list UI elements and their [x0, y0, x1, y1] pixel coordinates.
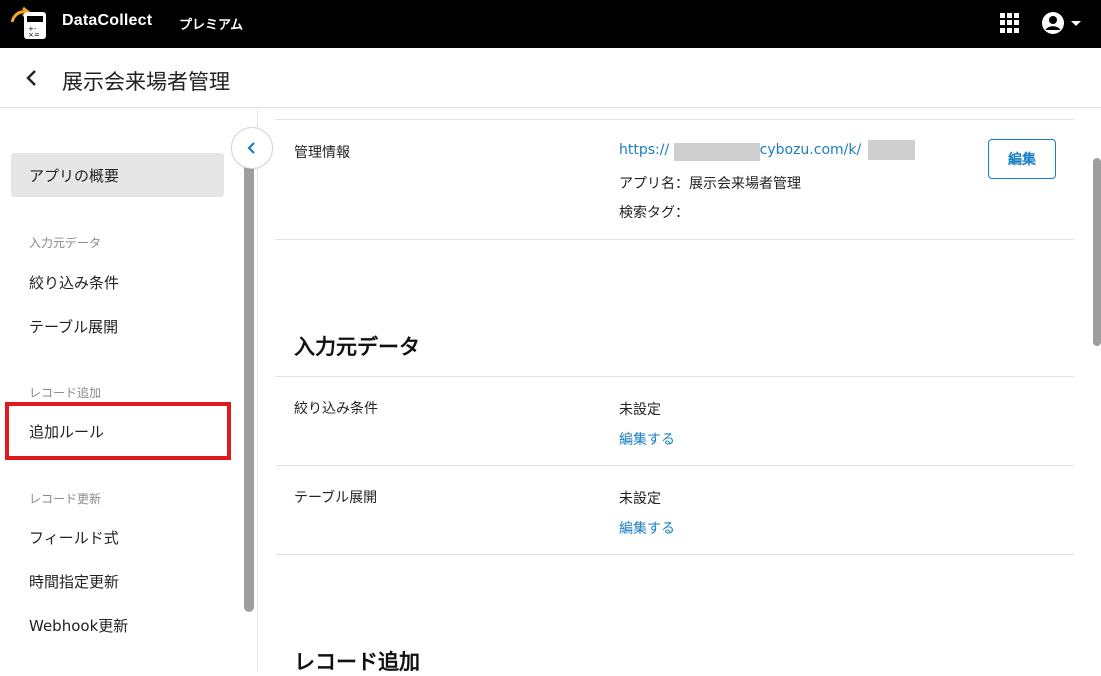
table-expand-edit-link[interactable]: 編集する	[619, 518, 675, 538]
section-title-record-add: レコード追加	[294, 650, 420, 674]
app-name-text: アプリ名：展示会来場者管理	[619, 176, 801, 192]
search-tag-text: 検索タグ：	[619, 205, 689, 221]
filter-conditions-edit-link[interactable]: 編集する	[619, 429, 675, 449]
table-expand-value: 未設定	[619, 491, 661, 507]
page-header: 展示会来場者管理	[0, 48, 1101, 108]
sidebar-item-scheduled-update[interactable]: 時間指定更新	[11, 559, 224, 603]
chevron-left-icon	[247, 142, 255, 154]
sidebar-item-filter-conditions[interactable]: 絞り込み条件	[11, 260, 224, 304]
divider	[276, 376, 1074, 377]
datacollect-logo-icon[interactable]: +- ×=	[10, 6, 48, 40]
redacted-subdomain	[674, 143, 760, 161]
sidebar-collapse-button[interactable]	[231, 127, 273, 169]
main-content	[259, 109, 1089, 671]
sidebar-scrollbar[interactable]	[244, 128, 254, 612]
page-title: 展示会来場者管理	[62, 70, 230, 94]
divider	[276, 119, 1074, 120]
apps-grid-icon[interactable]	[1000, 13, 1020, 33]
edit-button[interactable]: 編集	[988, 139, 1056, 179]
sidebar-section-record-add: レコード追加	[29, 386, 102, 400]
sidebar-item-webhook-update[interactable]: Webhook更新	[11, 603, 224, 647]
account-circle-icon[interactable]	[1040, 10, 1082, 36]
section-title-input-data: 入力元データ	[294, 335, 420, 359]
main-scrollbar[interactable]	[1093, 158, 1101, 346]
table-expand-label: テーブル展開	[294, 490, 378, 506]
top-bar: +- ×= DataCollect プレミアム	[0, 0, 1101, 48]
filter-conditions-label: 絞り込み条件	[294, 401, 378, 417]
sidebar-section-record-update: レコード更新	[29, 492, 102, 506]
chevron-left-icon[interactable]	[20, 66, 44, 90]
redacted-app-id	[868, 140, 915, 160]
sidebar-section-input-data: 入力元データ	[29, 236, 102, 250]
admin-info-label: 管理情報	[294, 145, 350, 161]
sidebar-item-table-expand[interactable]: テーブル展開	[11, 304, 224, 348]
plan-badge: プレミアム	[179, 18, 244, 33]
sidebar-item-app-overview[interactable]: アプリの概要	[11, 153, 224, 197]
divider	[276, 465, 1074, 466]
sidebar-item-field-formula[interactable]: フィールド式	[11, 515, 224, 559]
filter-conditions-value: 未設定	[619, 402, 661, 418]
sidebar-item-add-rule[interactable]: 追加ルール	[11, 409, 224, 453]
divider	[276, 239, 1074, 240]
divider	[276, 554, 1074, 555]
svg-text:×=: ×=	[28, 31, 40, 39]
brand-name: DataCollect	[62, 12, 153, 29]
